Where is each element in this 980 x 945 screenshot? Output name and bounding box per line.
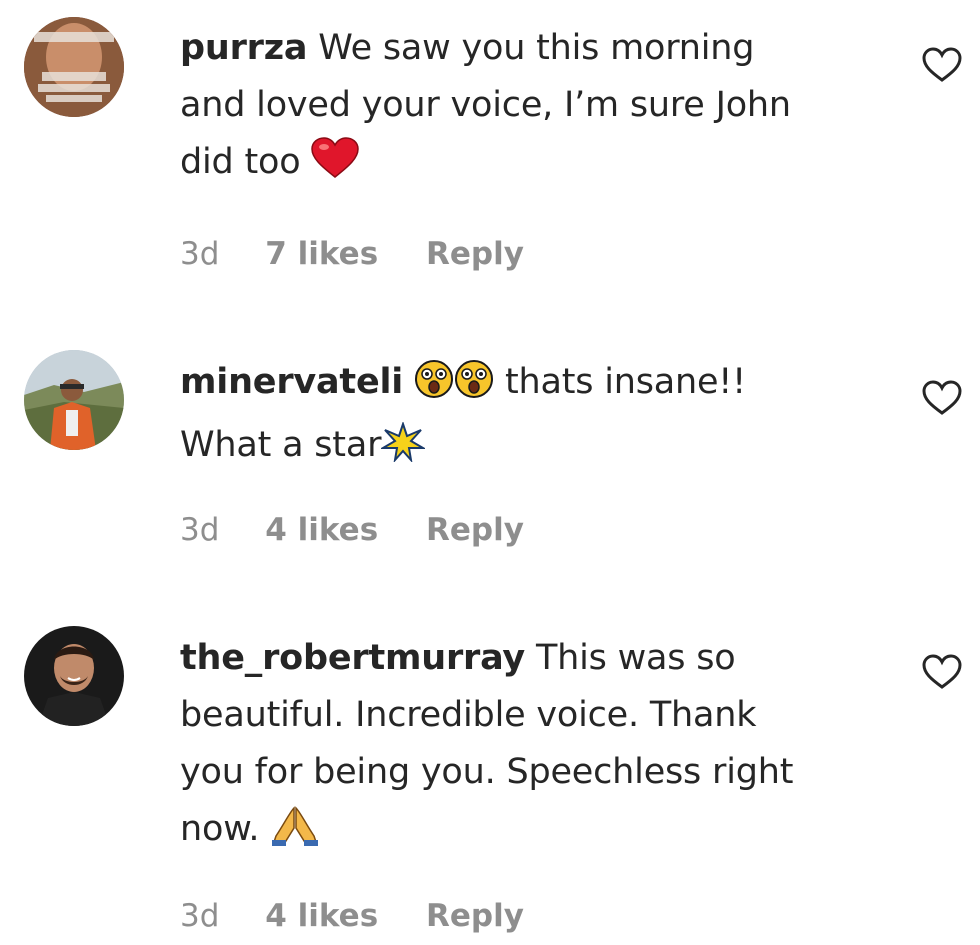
comment-line: and loved your voice, I’m sure John [180,85,791,125]
folded-hands-icon [270,804,320,864]
like-heart-icon[interactable] [920,45,964,85]
sparkle-star-icon [379,420,427,480]
likes-count[interactable]: 4 likes [265,898,378,934]
timestamp: 3d [180,898,220,934]
reply-button[interactable]: Reply [426,236,524,272]
username-link[interactable]: purrza [180,28,307,68]
avatar[interactable] [24,350,124,450]
reply-button[interactable]: Reply [426,512,524,548]
timestamp: 3d [180,512,220,548]
comment-meta: 3d 4 likes Reply [180,898,524,934]
comment-meta: 3d 4 likes Reply [180,512,524,548]
comment-line: thats insane!! [504,362,746,402]
comment-line: now. [180,809,260,849]
comment-text: purrza We saw you this morning and loved… [180,20,880,197]
likes-count[interactable]: 4 likes [265,512,378,548]
like-heart-icon[interactable] [920,652,964,692]
astonished-face-icon [454,359,494,417]
comment-text: the_robertmurray This was so beautiful. … [180,630,880,864]
comment-line: you for being you. Speechless right [180,752,794,792]
comment-line: We saw you this morning [318,28,755,68]
comment-line: beautiful. Incredible voice. Thank [180,695,757,735]
likes-count[interactable]: 7 likes [265,236,378,272]
avatar[interactable] [24,626,124,726]
username-link[interactable]: minervateli [180,362,403,402]
astonished-face-icon [414,359,454,417]
red-heart-icon [311,137,360,197]
comment-text: minervateli thats insane!! What a star [180,354,880,480]
avatar[interactable] [24,17,124,117]
comment-line: What a star [180,425,382,465]
comment-line: did too [180,142,301,182]
like-heart-icon[interactable] [920,378,964,418]
comment-meta: 3d 7 likes Reply [180,236,524,272]
comment-line: This was so [535,638,736,678]
timestamp: 3d [180,236,220,272]
reply-button[interactable]: Reply [426,898,524,934]
username-link[interactable]: the_robertmurray [180,638,525,678]
